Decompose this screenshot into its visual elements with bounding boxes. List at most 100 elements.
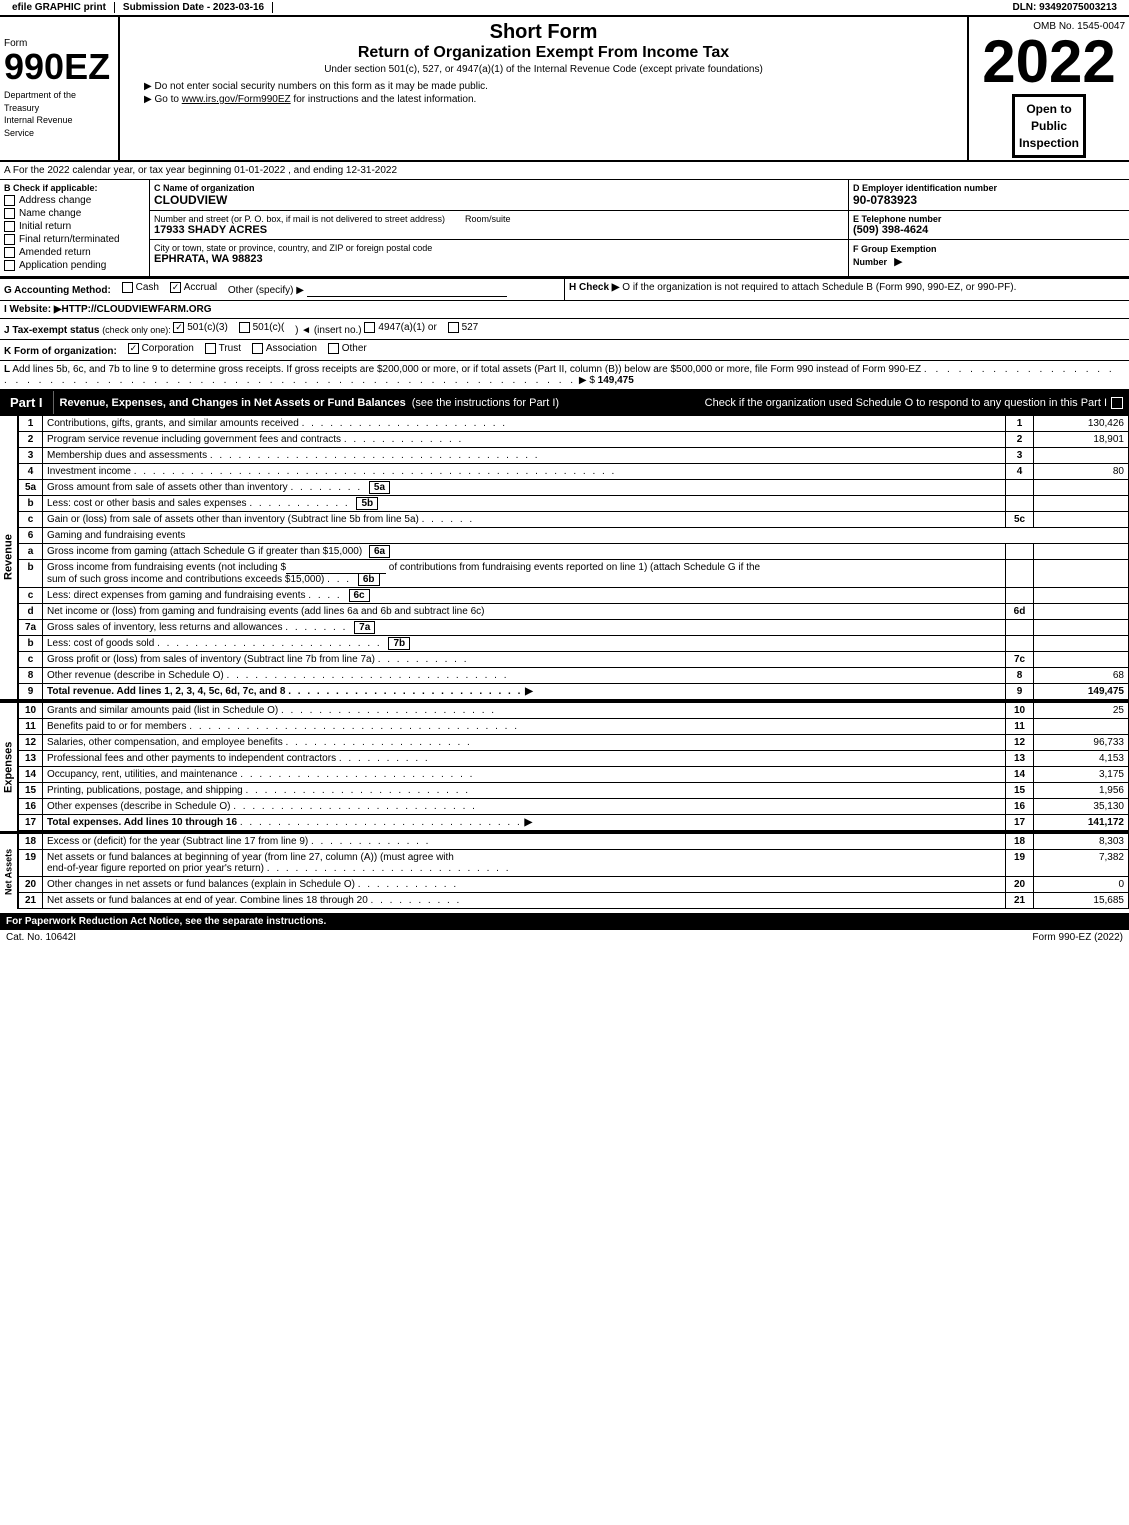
row-desc-6d: Net income or (loss) from gaming and fun… bbox=[43, 604, 1006, 620]
row-desc-14: Occupancy, rent, utilities, and maintena… bbox=[43, 767, 1006, 783]
section-h: H Check ▶ O if the organization is not r… bbox=[565, 279, 1129, 300]
street-label: Number and street (or P. O. box, if mail… bbox=[154, 214, 445, 224]
other-specify: Other (specify) ▶ bbox=[228, 285, 304, 296]
amount-12: 96,733 bbox=[1034, 735, 1129, 751]
triangle-right-icon: ▶ bbox=[894, 256, 902, 268]
street-value: 17933 SHADY ACRES bbox=[154, 224, 445, 236]
table-row: c Gain or (loss) from sale of assets oth… bbox=[19, 512, 1129, 528]
row-num-15: 15 bbox=[19, 783, 43, 799]
row-desc-3: Membership dues and assessments . . . . … bbox=[43, 448, 1006, 464]
table-row: 11 Benefits paid to or for members . . .… bbox=[19, 719, 1129, 735]
amount-5c bbox=[1034, 512, 1129, 528]
line-ref-13: 13 bbox=[1006, 751, 1034, 767]
application-pending-checkbox[interactable] bbox=[4, 260, 15, 271]
table-row: 10 Grants and similar amounts paid (list… bbox=[19, 703, 1129, 719]
c-name-section: C Name of organization CLOUDVIEW bbox=[150, 180, 848, 210]
row-desc-17: Total expenses. Add lines 10 through 16 … bbox=[43, 815, 1006, 831]
table-row: 14 Occupancy, rent, utilities, and maint… bbox=[19, 767, 1129, 783]
amount-18: 8,303 bbox=[1034, 834, 1129, 850]
line-ref-1: 1 bbox=[1006, 416, 1034, 432]
amount-3 bbox=[1034, 448, 1129, 464]
main-header: Form 990EZ Department of the Treasury In… bbox=[0, 17, 1129, 162]
k-trust: Trust bbox=[205, 343, 241, 354]
final-return-checkbox[interactable] bbox=[4, 234, 15, 245]
amount-6b bbox=[1034, 560, 1129, 588]
address-change-checkbox[interactable] bbox=[4, 195, 15, 206]
accrual-checkbox[interactable] bbox=[170, 282, 181, 293]
part1-check-box[interactable] bbox=[1111, 397, 1123, 409]
row-num-6d: d bbox=[19, 604, 43, 620]
row-num-19: 19 bbox=[19, 850, 43, 877]
row-num-21: 21 bbox=[19, 893, 43, 909]
line-ref-15: 15 bbox=[1006, 783, 1034, 799]
row-desc-4: Investment income . . . . . . . . . . . … bbox=[43, 464, 1006, 480]
i-label: I Website: ▶HTTP://CLOUDVIEWFARM.ORG bbox=[4, 304, 212, 315]
table-row: 18 Excess or (deficit) for the year (Sub… bbox=[19, 834, 1129, 850]
box-5a: 5a bbox=[369, 481, 390, 494]
section-e: E Telephone number (509) 398-4624 bbox=[849, 211, 1129, 240]
l-arrow: ▶ $ bbox=[579, 375, 595, 386]
part1-label: Part I bbox=[0, 391, 54, 414]
j-501c-checkbox[interactable] bbox=[239, 322, 250, 333]
checkbox-final-return: Final return/terminated bbox=[4, 234, 145, 245]
initial-return-label: Initial return bbox=[19, 221, 71, 232]
j-527: 527 bbox=[448, 322, 479, 333]
row-desc-16: Other expenses (describe in Schedule O) … bbox=[43, 799, 1006, 815]
j-501c: 501(c)( bbox=[239, 322, 285, 333]
table-row: a Gross income from gaming (attach Sched… bbox=[19, 544, 1129, 560]
table-row: c Less: direct expenses from gaming and … bbox=[19, 588, 1129, 604]
footer-cat-no: Cat. No. 10642I bbox=[6, 932, 76, 943]
name-change-checkbox[interactable] bbox=[4, 208, 15, 219]
name-change-label: Name change bbox=[19, 208, 81, 219]
checkbox-name-change: Name change bbox=[4, 208, 145, 219]
k-corp-checkbox[interactable] bbox=[128, 343, 139, 354]
box-6a: 6a bbox=[369, 545, 390, 558]
amount-20: 0 bbox=[1034, 877, 1129, 893]
k-corp: Corporation bbox=[128, 343, 194, 354]
line-ref-6c bbox=[1006, 588, 1034, 604]
table-row: 8 Other revenue (describe in Schedule O)… bbox=[19, 668, 1129, 684]
ein-value: 90-0783923 bbox=[853, 193, 1125, 207]
line-ref-3: 3 bbox=[1006, 448, 1034, 464]
row-num-6: 6 bbox=[19, 528, 43, 544]
k-other-label: Other bbox=[342, 343, 367, 354]
k-other: Other bbox=[328, 343, 367, 354]
row-desc-9: Total revenue. Add lines 1, 2, 3, 4, 5c,… bbox=[43, 684, 1006, 700]
dept-info: Department of the Treasury Internal Reve… bbox=[4, 89, 114, 139]
amount-6c bbox=[1034, 588, 1129, 604]
checkbox-address-change: Address change bbox=[4, 195, 145, 206]
row-desc-6b: Gross income from fundraising events (no… bbox=[43, 560, 1006, 588]
row-desc-6c: Less: direct expenses from gaming and fu… bbox=[43, 588, 1006, 604]
j-501c3-label: 501(c)(3) bbox=[187, 322, 228, 333]
row-desc-7c: Gross profit or (loss) from sales of inv… bbox=[43, 652, 1006, 668]
netassets-section: Net Assets 18 Excess or (deficit) for th… bbox=[0, 831, 1129, 909]
city-value: EPHRATA, WA 98823 bbox=[154, 253, 844, 265]
line-ref-14: 14 bbox=[1006, 767, 1034, 783]
org-name: CLOUDVIEW bbox=[154, 193, 844, 207]
k-assoc-checkbox[interactable] bbox=[252, 343, 263, 354]
row-num-5c: c bbox=[19, 512, 43, 528]
footer-paperwork: For Paperwork Reduction Act Notice, see … bbox=[6, 916, 326, 927]
j-501c3-checkbox[interactable] bbox=[173, 322, 184, 333]
j-527-label: 527 bbox=[462, 322, 479, 333]
cash-checkbox[interactable] bbox=[122, 282, 133, 293]
room-col: Room/suite bbox=[465, 214, 511, 236]
initial-return-checkbox[interactable] bbox=[4, 221, 15, 232]
k-trust-checkbox[interactable] bbox=[205, 343, 216, 354]
k-other-checkbox[interactable] bbox=[328, 343, 339, 354]
row-desc-18: Excess or (deficit) for the year (Subtra… bbox=[43, 834, 1006, 850]
box-7a: 7a bbox=[354, 621, 375, 634]
j-4947-checkbox[interactable] bbox=[364, 322, 375, 333]
j-527-checkbox[interactable] bbox=[448, 322, 459, 333]
revenue-side-label: Revenue bbox=[0, 415, 18, 700]
expenses-section: Expenses 10 Grants and similar amounts p… bbox=[0, 700, 1129, 831]
h-label: H Check ▶ bbox=[569, 282, 619, 293]
amount-21: 15,685 bbox=[1034, 893, 1129, 909]
row-desc-10: Grants and similar amounts paid (list in… bbox=[43, 703, 1006, 719]
amount-6a bbox=[1034, 544, 1129, 560]
table-row: b Gross income from fundraising events (… bbox=[19, 560, 1129, 588]
line-ref-21: 21 bbox=[1006, 893, 1034, 909]
application-pending-label: Application pending bbox=[19, 260, 106, 271]
j-label: J Tax-exempt status bbox=[4, 325, 99, 336]
amended-return-checkbox[interactable] bbox=[4, 247, 15, 258]
